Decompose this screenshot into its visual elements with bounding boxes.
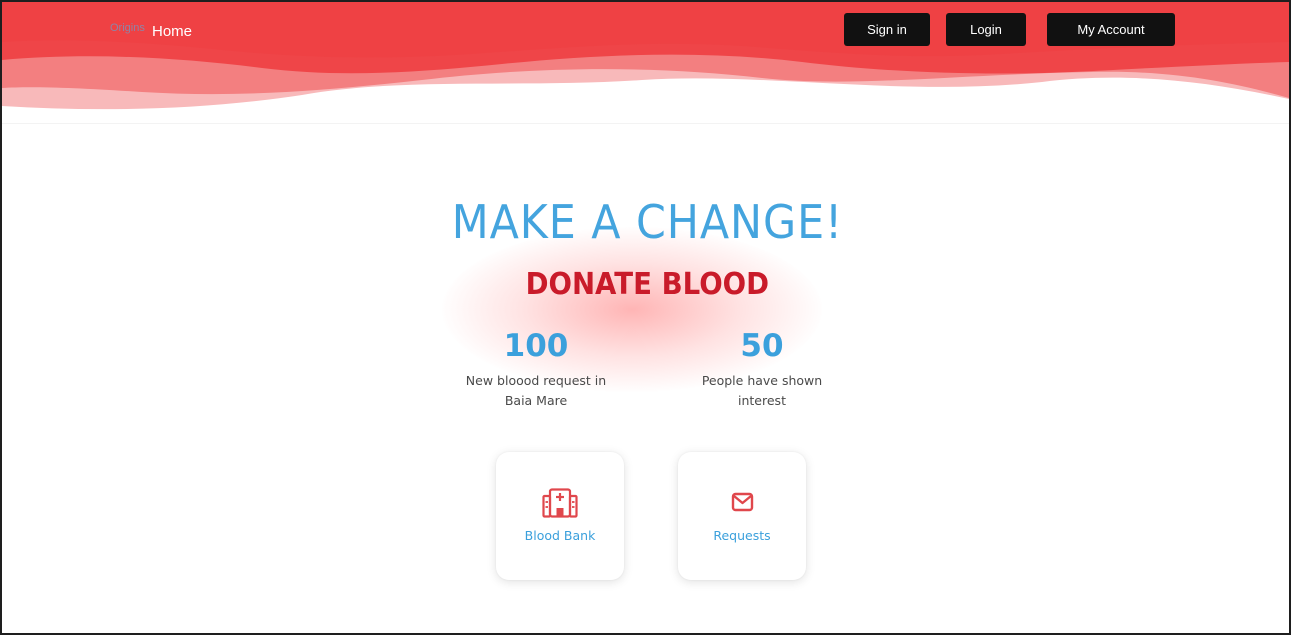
hospital-icon xyxy=(542,488,578,518)
brand-logo-text[interactable]: Origins xyxy=(110,22,145,34)
stat-blood-requests: 100 New bloood request in Baia Mare xyxy=(436,326,636,411)
my-account-button[interactable]: My Account xyxy=(1047,13,1175,46)
hero-headline-text: MAKE A CHANGE! xyxy=(451,195,844,249)
stat-label: New bloood request in Baia Mare xyxy=(465,373,607,408)
nav-home-link[interactable]: Home xyxy=(152,23,192,40)
header: Origins Home Sign in Login My Account xyxy=(2,2,1289,127)
hero-subheadline-text: DONATE BLOOD xyxy=(525,267,770,302)
page-frame: Origins Home Sign in Login My Account MA… xyxy=(0,0,1291,635)
stat-value: 100 xyxy=(503,328,569,364)
stat-label: People have shown interest xyxy=(701,373,823,408)
blood-bank-card[interactable]: Blood Bank xyxy=(496,452,624,580)
requests-label: Requests xyxy=(713,528,771,543)
hero-subheadline: DONATE BLOOD xyxy=(2,267,1289,302)
requests-card[interactable]: Requests xyxy=(678,452,806,580)
login-button[interactable]: Login xyxy=(946,13,1026,46)
sign-in-button[interactable]: Sign in xyxy=(844,13,930,46)
hero-headline: MAKE A CHANGE! xyxy=(2,195,1289,249)
stat-value: 50 xyxy=(740,328,784,364)
stat-interested-people: 50 People have shown interest xyxy=(662,326,862,411)
envelope-icon xyxy=(731,492,754,512)
blood-bank-label: Blood Bank xyxy=(524,528,596,543)
header-divider xyxy=(2,123,1289,124)
